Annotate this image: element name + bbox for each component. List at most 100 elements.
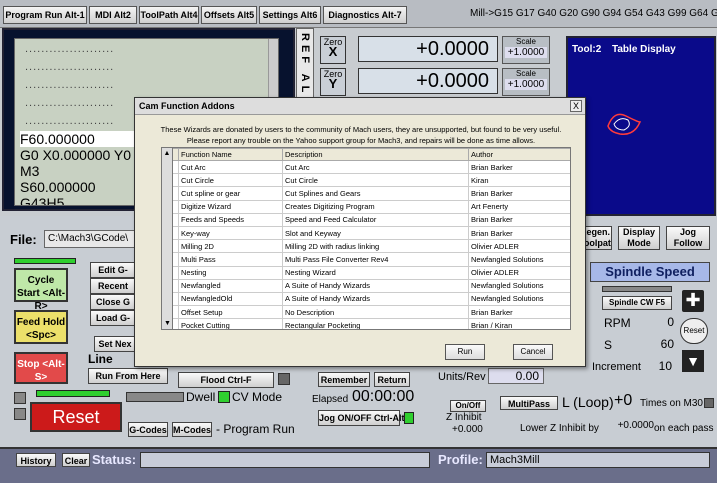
table-row[interactable]: Cut Circle Cut Circle Kiran [162,173,570,188]
header-author[interactable]: Author [468,148,570,161]
loop-value[interactable]: +0 [614,392,632,410]
status-label: Status: [92,452,137,467]
dialog-title: Cam Function Addons [135,98,585,115]
cv-mode-label: CV Mode [232,390,283,404]
toolpath-display[interactable]: Tool:2 Table Display [566,36,716,216]
feed-hold-button[interactable]: Feed Hold <Spc> [14,310,68,344]
table-row[interactable]: Offset Setup No Description Brian Barker [162,305,570,320]
cell-description: Slot and Keyway [282,225,469,241]
tab-mdi[interactable]: MDI Alt2 [89,6,137,24]
table-row[interactable]: Cut Arc Cut Arc Brian Barker [162,159,570,175]
run-button[interactable]: Run [445,344,485,360]
close-gcode-button[interactable]: Close G [90,294,136,310]
spindle-up-icon[interactable]: ✚ [682,290,704,312]
jog-onoff-button[interactable]: Jog ON/OFF Ctrl-Alt-J [318,410,413,426]
tab-diagnostics[interactable]: Diagnostics Alt-7 [323,6,407,24]
flood-button[interactable]: Flood Ctrl-F [178,372,274,388]
gcode-line: G43H5 [20,195,65,206]
table-row[interactable]: Key-way Slot and Keyway Brian Barker [162,225,570,241]
cell-author: Brian Barker [468,225,570,241]
cell-description: Cut Splines and Gears [282,186,469,201]
table-row[interactable]: NewfangledOld A Suite of Handy Wizards New… [162,291,570,307]
cell-function-name: Milling 2D [178,239,283,254]
grid-scrollbar[interactable]: ▲ ▼ [161,147,173,330]
table-row[interactable]: Pocket Cutting Rectangular Pocketing Brian… [162,318,570,329]
load-gcode-button[interactable]: Load G- [90,310,136,326]
tab-settings[interactable]: Settings Alt6 [259,6,321,24]
cell-description: Speed and Feed Calculator [282,212,469,227]
ref-all-label: REF ALL [299,33,311,108]
scale-x-value[interactable]: +1.0000 [505,47,547,58]
lower-z-value[interactable]: +0.0000 [608,420,654,434]
stop-button[interactable]: Stop <Alt-S> [14,352,68,384]
profile-field: Mach3Mill [486,452,710,468]
jog-follow-button[interactable]: Jog Follow [666,226,710,250]
status-field [140,452,430,468]
display-mode-button[interactable]: Display Mode [618,226,660,250]
spindle-reset-button[interactable]: Reset [680,318,708,344]
elapsed-label: Elapsed [312,394,349,405]
increment-value[interactable]: 10 [648,359,672,374]
close-icon[interactable]: X [570,100,582,112]
loop-label: L (Loop) [562,394,614,410]
zero-y-button[interactable]: Zero Y [320,68,346,96]
return-button[interactable]: Return [374,372,410,387]
scale-y: Scale +1.0000 [502,68,550,96]
spindle-down-icon[interactable]: ▼ [682,350,704,372]
set-next-line-button[interactable]: Set Nex [94,336,136,352]
cell-description: Cut Circle [282,173,469,188]
led-indicator [14,392,26,404]
cancel-button[interactable]: Cancel [513,344,553,360]
history-button[interactable]: History [16,453,56,467]
remember-button[interactable]: Remember [318,372,370,387]
header-description[interactable]: Description [282,148,469,161]
cell-description: Multi Pass File Converter Rev4 [282,252,469,267]
table-row[interactable]: Cut spline or gear Cut Splines and Gears B… [162,186,570,201]
recent-file-button[interactable]: Recent [90,278,136,294]
clear-button[interactable]: Clear [62,453,90,467]
zero-x-button[interactable]: Zero X [320,36,346,64]
edit-gcode-button[interactable]: Edit G- [90,262,136,278]
table-row[interactable]: Newfangled A Suite of Handy Wizards Newfan… [162,278,570,293]
gcodes-button[interactable]: G-Codes [128,422,168,437]
s-value[interactable]: 60 [636,337,674,352]
reset-button[interactable]: Reset [30,402,122,432]
cell-function-name: Key-way [178,225,283,241]
dro-x[interactable]: +0.0000 [358,36,498,62]
spindle-cw-button[interactable]: Spindle CW F5 [602,296,672,310]
table-row[interactable]: Milling 2D Milling 2D with radius linking… [162,239,570,254]
cycle-start-button[interactable]: Cycle Start <Alt-R> [14,268,68,312]
header-function-name[interactable]: Function Name [178,148,283,161]
units-rev-field[interactable]: 0.00 [488,368,544,384]
file-path-field[interactable]: C:\Mach3\GCode\ [44,230,138,248]
cell-function-name: Newfangled [178,278,283,293]
table-row[interactable]: Nesting Nesting Wizard Olivier ADLER [162,265,570,280]
rpm-label: RPM [604,316,631,330]
scale-x: Scale +1.0000 [502,36,550,64]
file-label: File: [10,232,37,247]
scroll-down-icon[interactable]: ▼ [164,320,171,327]
mcodes-button[interactable]: M-Codes [172,422,212,437]
scroll-up-icon[interactable]: ▲ [162,150,172,157]
profile-label: Profile: [438,452,483,467]
table-row[interactable]: Digitize Wizard Creates Digitizing Progra… [162,199,570,214]
dro-y[interactable]: +0.0000 [358,68,498,94]
cam-addons-dialog: Cam Function Addons X These Wizards are … [134,97,586,367]
tab-program-run[interactable]: Program Run Alt-1 [3,6,87,24]
table-row[interactable]: Feeds and Speeds Speed and Feed Calculato… [162,212,570,227]
z-inhibit-value[interactable]: +0.000 [452,424,494,436]
cell-function-name: Pocket Cutting [178,318,283,329]
table-row[interactable]: Multi Pass Multi Pass File Converter Rev4… [162,252,570,267]
z-inhibit-onoff-button[interactable]: On/Off [450,400,486,412]
tab-toolpath[interactable]: ToolPath Alt4 [139,6,199,24]
run-from-here-button[interactable]: Run From Here [88,368,168,384]
scale-y-value[interactable]: +1.0000 [505,79,547,90]
cell-function-name: Cut Circle [178,173,283,188]
tab-offsets[interactable]: Offsets Alt5 [201,6,257,24]
gcode-line: S60.000000 [20,179,96,195]
multipass-button[interactable]: MultiPass [500,396,558,410]
each-pass-label: on each pass [654,423,714,434]
z-inhibit-label: Z Inhibit [446,412,482,423]
cell-author: Newfangled Solutions [468,278,570,293]
gcode-placeholder-row: ...................... [25,79,115,91]
